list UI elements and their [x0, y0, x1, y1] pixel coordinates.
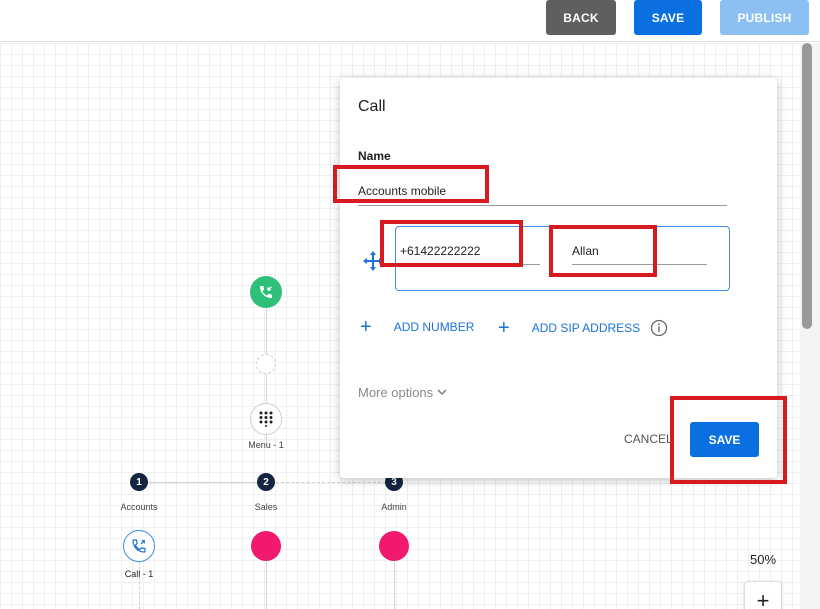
scrollbar-thumb[interactable]	[802, 43, 812, 329]
menu-node-label: Menu - 1	[248, 440, 284, 450]
add-sip-address-button[interactable]: + ADD SIP ADDRESS	[498, 317, 668, 339]
branch-number-2[interactable]: 2	[257, 473, 275, 491]
dialpad-icon	[259, 411, 273, 427]
call-dialog: Call Name + ADD NUMBER + ADD SIP ADDRESS…	[340, 78, 777, 478]
call-node[interactable]	[123, 530, 155, 562]
dialog-title: Call	[358, 98, 386, 115]
add-number-label: ADD NUMBER	[393, 320, 475, 334]
sales-pending-node[interactable]	[251, 531, 281, 561]
phone-number-input[interactable]	[400, 237, 540, 265]
connector-line	[266, 562, 267, 609]
connector-line	[266, 308, 267, 354]
incoming-call-icon	[260, 286, 272, 298]
contact-name-input[interactable]	[572, 237, 707, 265]
empty-step-placeholder[interactable]	[256, 354, 276, 374]
plus-icon: +	[498, 317, 510, 339]
add-sip-label: ADD SIP ADDRESS	[531, 321, 641, 335]
outgoing-call-icon	[132, 539, 146, 553]
chevron-down-icon	[437, 389, 447, 396]
info-icon[interactable]	[650, 319, 668, 337]
top-toolbar: BACK SAVE PUBLISH	[0, 0, 820, 42]
connector-line	[394, 562, 395, 609]
zoom-level: 50%	[750, 552, 777, 567]
connector-line	[266, 374, 267, 403]
add-number-button[interactable]: + ADD NUMBER	[360, 316, 475, 338]
more-options-label: More options	[358, 385, 434, 400]
phone-number-entry	[395, 226, 730, 291]
admin-pending-node[interactable]	[379, 531, 409, 561]
name-label: Name	[358, 149, 391, 163]
branch-number-1[interactable]: 1	[130, 473, 148, 491]
name-input[interactable]	[358, 176, 727, 206]
branch-label-sales: Sales	[254, 502, 278, 512]
move-arrows-icon	[363, 251, 383, 271]
publish-button[interactable]: PUBLISH	[720, 0, 809, 35]
connector-dashed-line	[276, 482, 386, 483]
more-options-toggle[interactable]: More options	[358, 385, 447, 400]
back-button[interactable]: BACK	[546, 0, 616, 35]
save-flow-button[interactable]: SAVE	[634, 0, 702, 35]
branch-label-admin: Admin	[381, 502, 407, 512]
zoom-in-button[interactable]: +	[744, 581, 782, 609]
incoming-call-node[interactable]	[250, 276, 282, 308]
menu-node[interactable]	[250, 403, 282, 435]
connector-line	[148, 482, 258, 483]
drag-handle[interactable]	[362, 250, 384, 272]
cancel-button[interactable]: CANCEL	[624, 432, 673, 446]
save-button[interactable]: SAVE	[690, 422, 759, 457]
plus-icon: +	[360, 316, 372, 338]
branch-label-accounts: Accounts	[120, 502, 158, 512]
call-node-label: Call - 1	[124, 569, 154, 579]
